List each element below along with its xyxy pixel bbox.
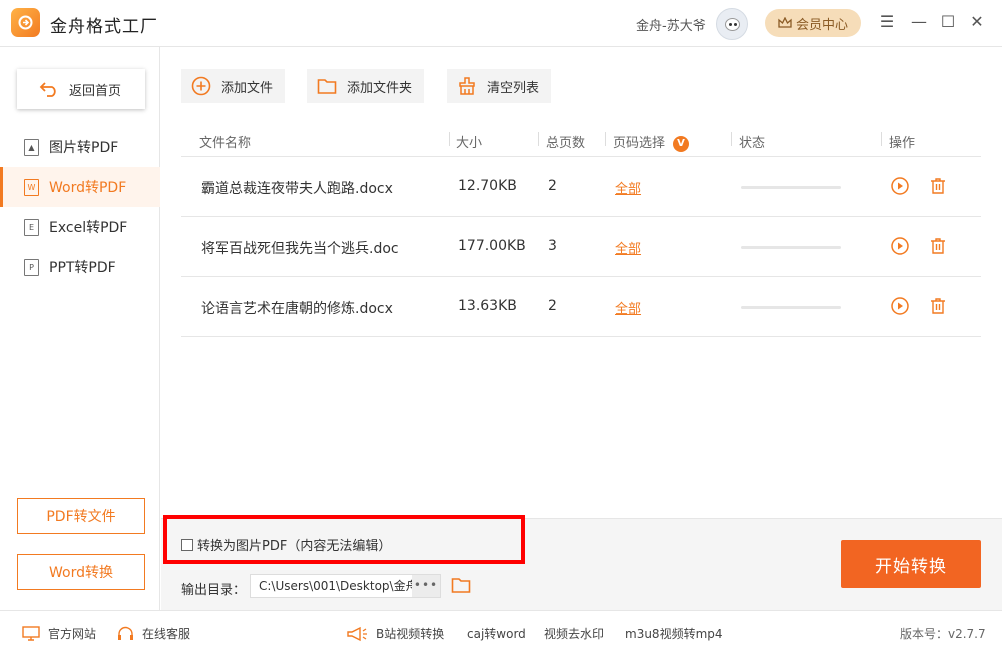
page-select-link[interactable]: 全部 — [615, 238, 641, 257]
file-name: 霸道总裁连夜带夫人跑路.docx — [201, 181, 393, 197]
main-panel: 添加文件 添加文件夹 清空列表 文件名称 大小 总页数 页码选择 V 状态 操作 … — [161, 47, 1002, 518]
table-row[interactable]: 霸道总裁连夜带夫人跑路.docx 12.70KB 2 全部 — [181, 157, 981, 217]
output-panel: 转换为图片PDF（内容无法编辑） 输出目录： C:\Users\001\Desk… — [161, 515, 1002, 610]
headset-icon — [118, 626, 133, 640]
file-name: 论语言艺术在唐朝的修炼.docx — [201, 301, 393, 317]
trash-icon[interactable] — [929, 177, 947, 195]
add-folder-button[interactable]: 添加文件夹 — [307, 69, 425, 103]
add-file-button[interactable]: 添加文件 — [181, 69, 286, 103]
sidebar-item-excel-to-pdf[interactable]: E Excel转PDF — [0, 207, 160, 247]
add-folder-label: 添加文件夹 — [347, 80, 413, 96]
word-file-icon: W — [24, 178, 39, 196]
back-home-button[interactable]: 返回首页 — [17, 69, 145, 109]
file-size: 12.70KB — [458, 178, 517, 194]
vip-center-button[interactable]: 会员中心 — [765, 9, 861, 37]
file-pages: 3 — [548, 238, 557, 254]
open-folder-icon[interactable] — [451, 576, 471, 594]
file-size: 177.00KB — [458, 238, 526, 254]
image-pdf-checkbox[interactable]: 转换为图片PDF（内容无法编辑） — [181, 535, 391, 554]
play-icon[interactable] — [891, 177, 909, 195]
col-header-actions: 操作 — [889, 136, 916, 151]
sidebar-item-image-to-pdf[interactable]: ▲ 图片转PDF — [0, 127, 160, 167]
file-pages: 2 — [548, 178, 557, 194]
image-pdf-checkbox-label: 转换为图片PDF（内容无法编辑） — [197, 539, 392, 554]
col-header-name: 文件名称 — [199, 136, 252, 151]
menu-icon[interactable]: ☰ — [878, 13, 896, 31]
add-file-label: 添加文件 — [221, 80, 274, 96]
username[interactable]: 金舟-苏大爷 — [636, 15, 706, 34]
megaphone-icon — [347, 626, 367, 641]
trash-icon[interactable] — [929, 237, 947, 255]
progress-bar — [741, 306, 841, 309]
vip-center-label: 会员中心 — [795, 17, 848, 33]
official-website-label: 官方网站 — [48, 627, 97, 641]
broom-icon — [459, 77, 475, 95]
monitor-icon — [22, 626, 40, 641]
word-convert-button[interactable]: Word转换 — [17, 554, 145, 590]
promo-link-label: B站视频转换 — [376, 627, 445, 641]
vip-badge-icon: V — [673, 136, 690, 152]
play-icon[interactable] — [891, 297, 909, 315]
excel-file-icon: E — [24, 218, 39, 236]
minimize-icon[interactable]: — — [910, 13, 928, 31]
avatar[interactable] — [716, 8, 748, 40]
panda-face-icon — [725, 18, 740, 31]
sidebar-item-label: 图片转PDF — [49, 140, 119, 156]
col-header-pages: 总页数 — [546, 136, 586, 151]
sidebar-item-label: Excel转PDF — [49, 220, 128, 236]
sidebar-item-ppt-to-pdf[interactable]: P PPT转PDF — [0, 247, 160, 287]
browse-more-button[interactable]: ••• — [412, 575, 440, 597]
online-service-link[interactable]: 在线客服 — [117, 625, 190, 642]
maximize-icon[interactable]: ☐ — [939, 13, 957, 31]
progress-bar — [741, 246, 841, 249]
sidebar-item-label: Word转PDF — [49, 180, 127, 196]
title-bar: 金舟格式工厂 金舟-苏大爷 会员中心 ☰ — ☐ ✕ — [0, 0, 1002, 47]
back-arrow-icon — [39, 82, 56, 97]
image-file-icon: ▲ — [24, 138, 39, 156]
progress-bar — [741, 186, 841, 189]
clear-list-button[interactable]: 清空列表 — [447, 69, 552, 103]
crown-icon — [778, 17, 792, 28]
table-header: 文件名称 大小 总页数 页码选择 V 状态 操作 — [181, 123, 981, 157]
trash-icon[interactable] — [929, 297, 947, 315]
version-text: 版本号：v2.7.7 — [900, 627, 986, 641]
plus-circle-icon — [191, 76, 211, 96]
checkbox-box[interactable] — [181, 538, 193, 551]
folder-icon — [317, 79, 337, 94]
sidebar: 返回首页 ▲ 图片转PDF W Word转PDF E Excel转PDF P P… — [0, 47, 160, 610]
file-size: 13.63KB — [458, 298, 517, 314]
col-header-page-select: 页码选择 V — [613, 132, 690, 152]
back-home-label: 返回首页 — [69, 83, 122, 99]
ppt-file-icon: P — [24, 258, 39, 276]
table-row[interactable]: 将军百战死但我先当个逃兵.doc 177.00KB 3 全部 — [181, 217, 981, 277]
file-name: 将军百战死但我先当个逃兵.doc — [201, 241, 399, 257]
play-icon[interactable] — [891, 237, 909, 255]
promo-link-caj[interactable]: caj转word — [467, 625, 526, 642]
app-logo — [11, 8, 40, 37]
col-header-size: 大小 — [456, 136, 483, 151]
page-select-link[interactable]: 全部 — [615, 298, 641, 317]
footer: 官方网站 在线客服 B站视频转换 caj转word 视频去水印 m3u8视频转m… — [0, 610, 1002, 652]
online-service-label: 在线客服 — [142, 627, 191, 641]
official-website-link[interactable]: 官方网站 — [22, 625, 96, 642]
app-title: 金舟格式工厂 — [50, 17, 158, 37]
output-dir-label: 输出目录： — [181, 583, 247, 598]
start-convert-button[interactable]: 开始转换 — [841, 540, 981, 588]
table-row[interactable]: 论语言艺术在唐朝的修炼.docx 13.63KB 2 全部 — [181, 277, 981, 337]
promo-link-watermark[interactable]: 视频去水印 — [544, 625, 604, 642]
col-header-status: 状态 — [739, 136, 766, 151]
promo-link-bilibili[interactable]: B站视频转换 — [346, 625, 444, 642]
close-icon[interactable]: ✕ — [968, 13, 986, 31]
sidebar-item-word-to-pdf[interactable]: W Word转PDF — [0, 167, 160, 207]
file-pages: 2 — [548, 298, 557, 314]
clear-list-label: 清空列表 — [487, 80, 540, 96]
page-select-link[interactable]: 全部 — [615, 178, 641, 197]
promo-link-m3u8[interactable]: m3u8视频转mp4 — [625, 625, 723, 642]
sidebar-item-label: PPT转PDF — [49, 260, 116, 276]
pdf-to-file-button[interactable]: PDF转文件 — [17, 498, 145, 534]
